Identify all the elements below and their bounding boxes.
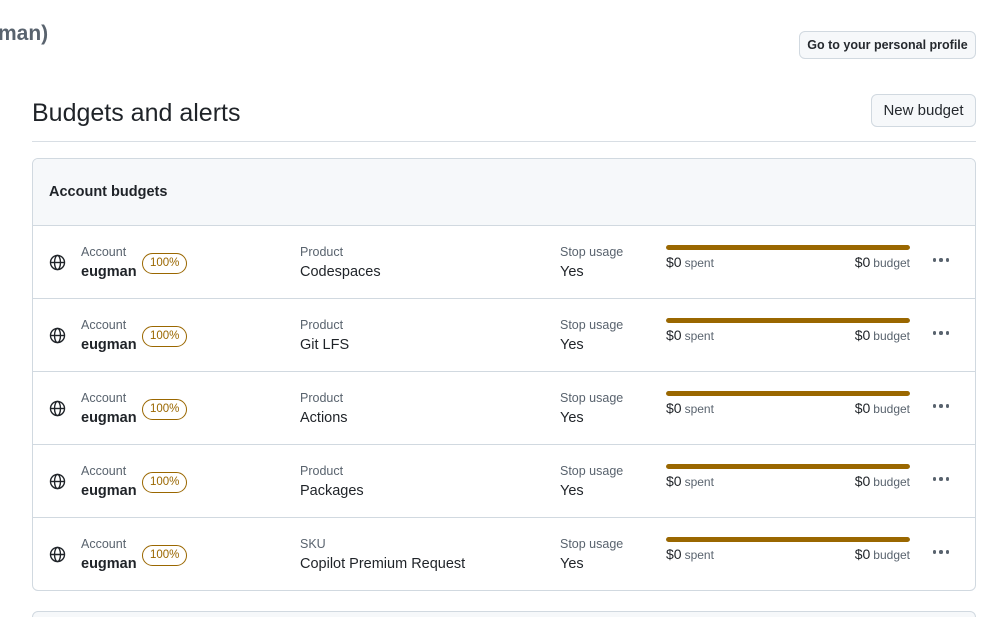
budget-row-actions: Account eugman 100% Product Actions Stop… <box>33 372 975 445</box>
sku-name: Copilot Premium Request <box>300 556 466 572</box>
budget-row-copilot-premium-request: Account eugman 100% SKU Copilot Premium … <box>33 518 975 590</box>
product-name: Actions <box>300 410 348 426</box>
account-name: eugman <box>81 483 137 499</box>
account-label: Account <box>81 245 127 259</box>
account-budgets-header: Account budgets <box>33 159 975 226</box>
budget-progress-bar <box>666 245 910 250</box>
product-label: Product <box>300 318 344 332</box>
budget-progress-fill <box>666 537 910 542</box>
budget-label: budget <box>873 329 910 343</box>
row-actions-kebab-icon[interactable] <box>926 467 956 491</box>
spent-amount: $0 spent <box>666 473 714 491</box>
budget-value: $0 <box>854 473 871 489</box>
spent-amount: $0 spent <box>666 327 714 345</box>
spent-label: spent <box>684 329 714 343</box>
account-label: Account <box>81 391 127 405</box>
alert-threshold-badge: 100% <box>142 326 188 347</box>
row-actions-kebab-icon[interactable] <box>926 321 956 345</box>
globe-icon <box>49 546 66 563</box>
alert-threshold-badge: 100% <box>142 472 188 493</box>
spent-label: spent <box>684 256 714 270</box>
stop-usage-value: Yes <box>560 410 584 426</box>
account-name: eugman <box>81 410 137 426</box>
account-label: Account <box>81 537 127 551</box>
go-to-personal-profile-button[interactable]: Go to your personal profile <box>799 31 976 59</box>
product-label: Product <box>300 464 344 478</box>
product-name: Git LFS <box>300 337 350 353</box>
budget-progress-bar <box>666 464 910 469</box>
budget-label: budget <box>873 402 910 416</box>
spent-label: spent <box>684 475 714 489</box>
row-actions-kebab-icon[interactable] <box>926 540 956 564</box>
budget-amount: $0 budget <box>855 546 910 564</box>
budget-progress-bar <box>666 318 910 323</box>
next-section-panel <box>32 611 976 617</box>
account-label: Account <box>81 318 127 332</box>
spent-amount: $0 spent <box>666 400 714 418</box>
budget-progress-fill <box>666 391 910 396</box>
budget-progress-bar <box>666 537 910 542</box>
spent-value: $0 <box>666 473 682 489</box>
product-name: Codespaces <box>300 264 381 280</box>
budget-row-codespaces: Account eugman 100% Product Codespaces S… <box>33 226 975 299</box>
account-name: eugman <box>81 337 137 353</box>
spent-value: $0 <box>666 254 682 270</box>
new-budget-button[interactable]: New budget <box>871 94 976 127</box>
sku-label: SKU <box>300 537 326 551</box>
spent-label: spent <box>684 402 714 416</box>
account-name: eugman <box>81 264 137 280</box>
row-actions-kebab-icon[interactable] <box>926 394 956 418</box>
product-label: Product <box>300 245 344 259</box>
budget-row-packages: Account eugman 100% Product Packages Sto… <box>33 445 975 518</box>
budget-amount: $0 budget <box>855 327 910 345</box>
account-owner-heading: man) <box>0 22 49 45</box>
account-budgets-panel: Account budgets Account eugman 100% Prod… <box>32 158 976 591</box>
budget-label: budget <box>873 475 910 489</box>
alert-threshold-badge: 100% <box>142 545 188 566</box>
section-title: Account budgets <box>49 184 168 200</box>
globe-icon <box>49 327 66 344</box>
row-actions-kebab-icon[interactable] <box>926 248 956 272</box>
budget-amount: $0 budget <box>855 254 910 272</box>
globe-icon <box>49 400 66 417</box>
alert-threshold-badge: 100% <box>142 253 188 274</box>
spent-label: spent <box>684 548 714 562</box>
product-name: Packages <box>300 483 364 499</box>
spent-amount: $0 spent <box>666 546 714 564</box>
budget-progress-bar <box>666 391 910 396</box>
stop-usage-label: Stop usage <box>560 318 624 332</box>
stop-usage-label: Stop usage <box>560 245 624 259</box>
budget-amount: $0 budget <box>855 400 910 418</box>
globe-icon <box>49 254 66 271</box>
budget-progress-fill <box>666 464 910 469</box>
budget-label: budget <box>873 548 910 562</box>
stop-usage-label: Stop usage <box>560 391 624 405</box>
budget-value: $0 <box>854 327 871 343</box>
budget-row-git-lfs: Account eugman 100% Product Git LFS Stop… <box>33 299 975 372</box>
product-label: Product <box>300 391 344 405</box>
account-label: Account <box>81 464 127 478</box>
spent-value: $0 <box>666 546 682 562</box>
stop-usage-value: Yes <box>560 337 584 353</box>
budget-progress-fill <box>666 245 910 250</box>
stop-usage-label: Stop usage <box>560 464 624 478</box>
spent-value: $0 <box>666 327 682 343</box>
budget-value: $0 <box>854 400 871 416</box>
title-divider <box>32 141 976 142</box>
spent-value: $0 <box>666 400 682 416</box>
page-title: Budgets and alerts <box>32 99 241 127</box>
budget-value: $0 <box>854 254 871 270</box>
alert-threshold-badge: 100% <box>142 399 188 420</box>
stop-usage-value: Yes <box>560 264 584 280</box>
budget-progress-fill <box>666 318 910 323</box>
budget-label: budget <box>873 256 910 270</box>
stop-usage-value: Yes <box>560 483 584 499</box>
account-name: eugman <box>81 556 137 572</box>
budget-amount: $0 budget <box>855 473 910 491</box>
stop-usage-label: Stop usage <box>560 537 624 551</box>
spent-amount: $0 spent <box>666 254 714 272</box>
budget-value: $0 <box>854 546 871 562</box>
stop-usage-value: Yes <box>560 556 584 572</box>
globe-icon <box>49 473 66 490</box>
